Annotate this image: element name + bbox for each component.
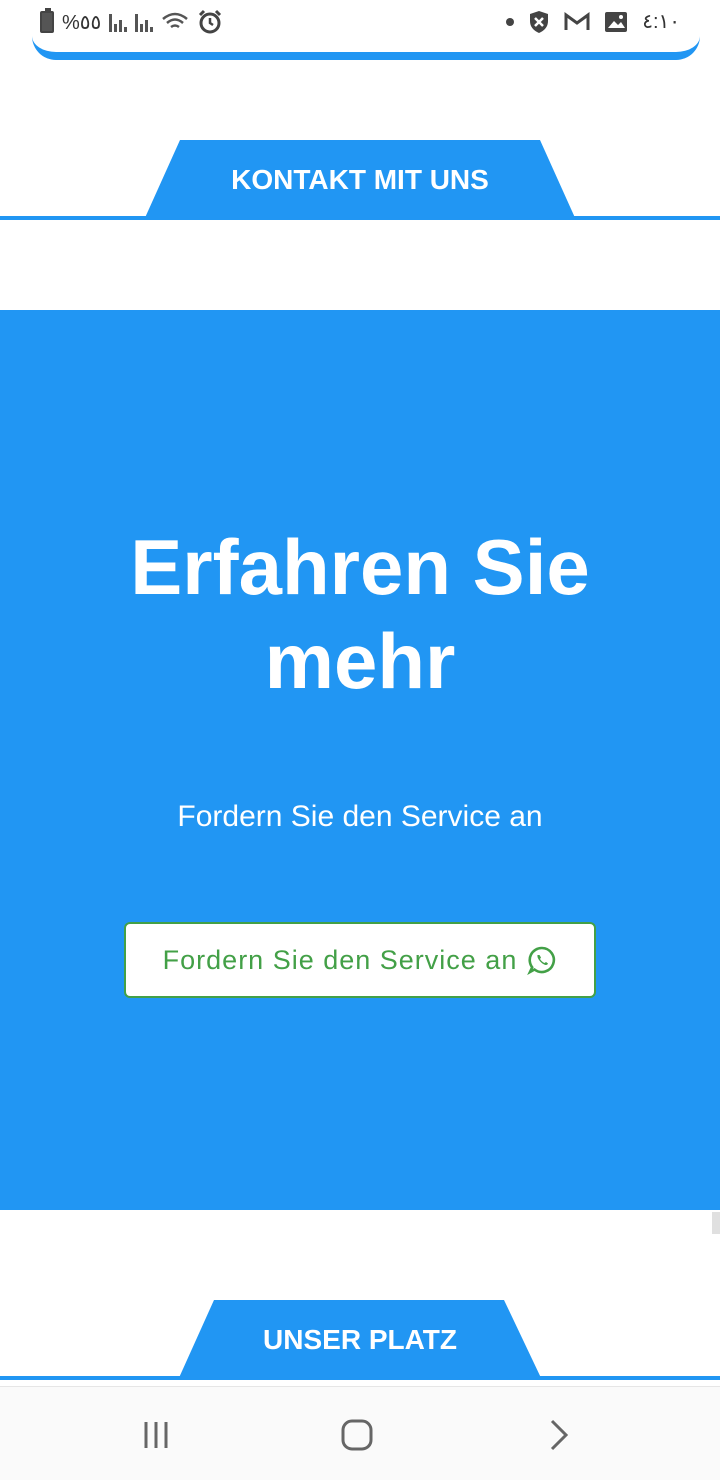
recents-icon <box>144 1422 168 1448</box>
signal-icon-2 <box>135 12 154 32</box>
top-section-edge <box>32 30 700 60</box>
signal-icon <box>109 12 128 32</box>
chevron-right-icon <box>550 1419 569 1451</box>
system-navigation-bar <box>0 1386 720 1480</box>
hero-section: Erfahren Sie mehr Fordern Sie den Servic… <box>0 310 720 1210</box>
whatsapp-icon <box>527 946 556 975</box>
place-section-header: UNSER PLATZ <box>0 1300 720 1380</box>
hero-subtitle: Fordern Sie den Service an <box>177 800 543 833</box>
place-heading: UNSER PLATZ <box>178 1300 542 1380</box>
hero-title: Erfahren Sie mehr <box>130 523 590 705</box>
contact-section-header: KONTAKT MIT UNS <box>0 140 720 220</box>
request-service-button[interactable]: Fordern Sie den Service an <box>124 922 596 998</box>
home-button[interactable] <box>337 1415 377 1455</box>
home-icon <box>341 1419 373 1451</box>
scrollbar-thumb[interactable] <box>712 1212 720 1234</box>
request-service-button-label: Fordern Sie den Service an <box>162 944 518 975</box>
contact-heading: KONTAKT MIT UNS <box>144 140 576 220</box>
notification-dot-icon <box>506 17 515 26</box>
back-button[interactable] <box>539 1415 579 1455</box>
gmail-icon <box>564 11 590 30</box>
recents-button[interactable] <box>136 1415 176 1455</box>
